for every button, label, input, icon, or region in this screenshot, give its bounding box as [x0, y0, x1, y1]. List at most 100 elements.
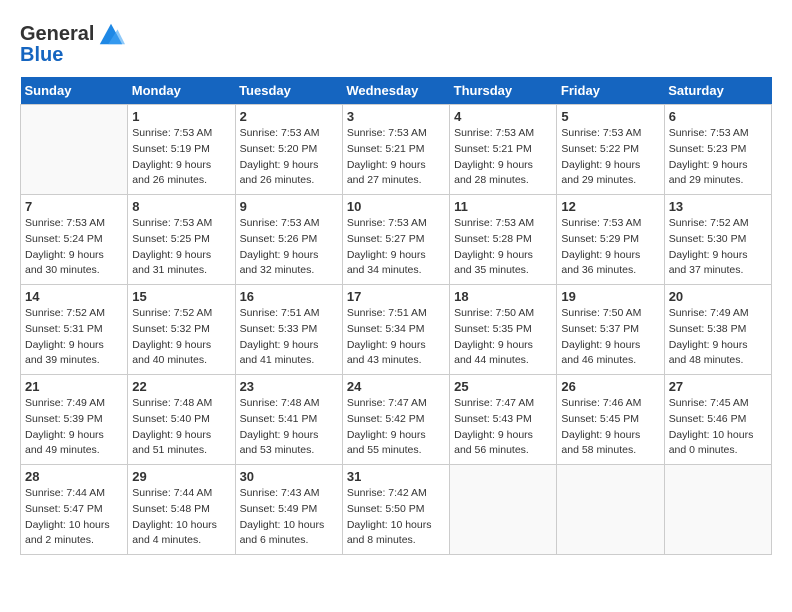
- day-number: 24: [347, 379, 445, 394]
- calendar-cell-w4-d2: 22 Sunrise: 7:48 AMSunset: 5:40 PMDaylig…: [128, 375, 235, 465]
- day-info: Sunrise: 7:48 AMSunset: 5:41 PMDaylight:…: [240, 397, 320, 456]
- calendar-cell-w5-d2: 29 Sunrise: 7:44 AMSunset: 5:48 PMDaylig…: [128, 465, 235, 555]
- day-info: Sunrise: 7:53 AMSunset: 5:23 PMDaylight:…: [669, 127, 749, 186]
- header: General Blue: [20, 20, 772, 67]
- calendar-cell-w4-d3: 23 Sunrise: 7:48 AMSunset: 5:41 PMDaylig…: [235, 375, 342, 465]
- calendar-cell-w5-d3: 30 Sunrise: 7:43 AMSunset: 5:49 PMDaylig…: [235, 465, 342, 555]
- day-number: 14: [25, 289, 123, 304]
- calendar-cell-w1-d2: 1 Sunrise: 7:53 AMSunset: 5:19 PMDayligh…: [128, 105, 235, 195]
- calendar-cell-w3-d1: 14 Sunrise: 7:52 AMSunset: 5:31 PMDaylig…: [21, 285, 128, 375]
- logo-blue-text: Blue: [20, 44, 63, 67]
- day-number: 9: [240, 199, 338, 214]
- day-info: Sunrise: 7:44 AMSunset: 5:47 PMDaylight:…: [25, 487, 110, 546]
- calendar-cell-w3-d2: 15 Sunrise: 7:52 AMSunset: 5:32 PMDaylig…: [128, 285, 235, 375]
- day-info: Sunrise: 7:48 AMSunset: 5:40 PMDaylight:…: [132, 397, 212, 456]
- day-number: 15: [132, 289, 230, 304]
- day-info: Sunrise: 7:53 AMSunset: 5:27 PMDaylight:…: [347, 217, 427, 276]
- calendar-cell-w3-d3: 16 Sunrise: 7:51 AMSunset: 5:33 PMDaylig…: [235, 285, 342, 375]
- calendar-cell-w2-d4: 10 Sunrise: 7:53 AMSunset: 5:27 PMDaylig…: [342, 195, 449, 285]
- day-number: 17: [347, 289, 445, 304]
- day-number: 6: [669, 109, 767, 124]
- day-number: 5: [561, 109, 659, 124]
- day-number: 13: [669, 199, 767, 214]
- day-number: 3: [347, 109, 445, 124]
- day-info: Sunrise: 7:53 AMSunset: 5:21 PMDaylight:…: [347, 127, 427, 186]
- calendar-cell-w5-d7: [664, 465, 771, 555]
- day-info: Sunrise: 7:53 AMSunset: 5:20 PMDaylight:…: [240, 127, 320, 186]
- calendar-cell-w4-d4: 24 Sunrise: 7:47 AMSunset: 5:42 PMDaylig…: [342, 375, 449, 465]
- logo-general-text: General: [20, 23, 94, 46]
- calendar-cell-w2-d5: 11 Sunrise: 7:53 AMSunset: 5:28 PMDaylig…: [450, 195, 557, 285]
- weekday-header-saturday: Saturday: [664, 77, 771, 105]
- day-info: Sunrise: 7:44 AMSunset: 5:48 PMDaylight:…: [132, 487, 217, 546]
- day-info: Sunrise: 7:51 AMSunset: 5:33 PMDaylight:…: [240, 307, 320, 366]
- day-number: 29: [132, 469, 230, 484]
- calendar-cell-w1-d3: 2 Sunrise: 7:53 AMSunset: 5:20 PMDayligh…: [235, 105, 342, 195]
- day-number: 19: [561, 289, 659, 304]
- day-number: 27: [669, 379, 767, 394]
- day-number: 2: [240, 109, 338, 124]
- day-number: 23: [240, 379, 338, 394]
- day-number: 25: [454, 379, 552, 394]
- calendar-cell-w2-d2: 8 Sunrise: 7:53 AMSunset: 5:25 PMDayligh…: [128, 195, 235, 285]
- calendar-cell-w3-d6: 19 Sunrise: 7:50 AMSunset: 5:37 PMDaylig…: [557, 285, 664, 375]
- calendar-cell-w2-d7: 13 Sunrise: 7:52 AMSunset: 5:30 PMDaylig…: [664, 195, 771, 285]
- day-info: Sunrise: 7:53 AMSunset: 5:28 PMDaylight:…: [454, 217, 534, 276]
- calendar-cell-w1-d5: 4 Sunrise: 7:53 AMSunset: 5:21 PMDayligh…: [450, 105, 557, 195]
- day-info: Sunrise: 7:49 AMSunset: 5:39 PMDaylight:…: [25, 397, 105, 456]
- week-row-5: 28 Sunrise: 7:44 AMSunset: 5:47 PMDaylig…: [21, 465, 772, 555]
- day-info: Sunrise: 7:53 AMSunset: 5:22 PMDaylight:…: [561, 127, 641, 186]
- day-info: Sunrise: 7:50 AMSunset: 5:35 PMDaylight:…: [454, 307, 534, 366]
- day-number: 22: [132, 379, 230, 394]
- calendar-table: SundayMondayTuesdayWednesdayThursdayFrid…: [20, 77, 772, 555]
- day-info: Sunrise: 7:46 AMSunset: 5:45 PMDaylight:…: [561, 397, 641, 456]
- day-info: Sunrise: 7:53 AMSunset: 5:21 PMDaylight:…: [454, 127, 534, 186]
- day-number: 28: [25, 469, 123, 484]
- day-info: Sunrise: 7:45 AMSunset: 5:46 PMDaylight:…: [669, 397, 754, 456]
- day-number: 12: [561, 199, 659, 214]
- calendar-cell-w3-d4: 17 Sunrise: 7:51 AMSunset: 5:34 PMDaylig…: [342, 285, 449, 375]
- day-info: Sunrise: 7:53 AMSunset: 5:24 PMDaylight:…: [25, 217, 105, 276]
- day-number: 1: [132, 109, 230, 124]
- day-info: Sunrise: 7:53 AMSunset: 5:25 PMDaylight:…: [132, 217, 212, 276]
- day-info: Sunrise: 7:52 AMSunset: 5:32 PMDaylight:…: [132, 307, 212, 366]
- weekday-header-monday: Monday: [128, 77, 235, 105]
- day-number: 7: [25, 199, 123, 214]
- weekday-header-row: SundayMondayTuesdayWednesdayThursdayFrid…: [21, 77, 772, 105]
- day-number: 4: [454, 109, 552, 124]
- day-number: 26: [561, 379, 659, 394]
- calendar-cell-w4-d5: 25 Sunrise: 7:47 AMSunset: 5:43 PMDaylig…: [450, 375, 557, 465]
- day-info: Sunrise: 7:47 AMSunset: 5:43 PMDaylight:…: [454, 397, 534, 456]
- day-info: Sunrise: 7:50 AMSunset: 5:37 PMDaylight:…: [561, 307, 641, 366]
- day-info: Sunrise: 7:49 AMSunset: 5:38 PMDaylight:…: [669, 307, 749, 366]
- calendar-cell-w3-d5: 18 Sunrise: 7:50 AMSunset: 5:35 PMDaylig…: [450, 285, 557, 375]
- day-info: Sunrise: 7:53 AMSunset: 5:19 PMDaylight:…: [132, 127, 212, 186]
- day-info: Sunrise: 7:52 AMSunset: 5:30 PMDaylight:…: [669, 217, 749, 276]
- day-number: 30: [240, 469, 338, 484]
- calendar-cell-w2-d3: 9 Sunrise: 7:53 AMSunset: 5:26 PMDayligh…: [235, 195, 342, 285]
- calendar-cell-w5-d5: [450, 465, 557, 555]
- week-row-2: 7 Sunrise: 7:53 AMSunset: 5:24 PMDayligh…: [21, 195, 772, 285]
- day-number: 20: [669, 289, 767, 304]
- day-info: Sunrise: 7:53 AMSunset: 5:29 PMDaylight:…: [561, 217, 641, 276]
- calendar-cell-w2-d1: 7 Sunrise: 7:53 AMSunset: 5:24 PMDayligh…: [21, 195, 128, 285]
- calendar-cell-w1-d7: 6 Sunrise: 7:53 AMSunset: 5:23 PMDayligh…: [664, 105, 771, 195]
- day-info: Sunrise: 7:52 AMSunset: 5:31 PMDaylight:…: [25, 307, 105, 366]
- calendar-cell-w4-d6: 26 Sunrise: 7:46 AMSunset: 5:45 PMDaylig…: [557, 375, 664, 465]
- week-row-3: 14 Sunrise: 7:52 AMSunset: 5:31 PMDaylig…: [21, 285, 772, 375]
- weekday-header-thursday: Thursday: [450, 77, 557, 105]
- calendar-cell-w5-d1: 28 Sunrise: 7:44 AMSunset: 5:47 PMDaylig…: [21, 465, 128, 555]
- day-number: 31: [347, 469, 445, 484]
- calendar-cell-w1-d1: [21, 105, 128, 195]
- weekday-header-wednesday: Wednesday: [342, 77, 449, 105]
- day-info: Sunrise: 7:51 AMSunset: 5:34 PMDaylight:…: [347, 307, 427, 366]
- day-info: Sunrise: 7:47 AMSunset: 5:42 PMDaylight:…: [347, 397, 427, 456]
- day-number: 16: [240, 289, 338, 304]
- calendar-cell-w5-d6: [557, 465, 664, 555]
- weekday-header-friday: Friday: [557, 77, 664, 105]
- day-number: 21: [25, 379, 123, 394]
- calendar-cell-w4-d7: 27 Sunrise: 7:45 AMSunset: 5:46 PMDaylig…: [664, 375, 771, 465]
- logo: General Blue: [20, 20, 125, 67]
- day-number: 18: [454, 289, 552, 304]
- week-row-4: 21 Sunrise: 7:49 AMSunset: 5:39 PMDaylig…: [21, 375, 772, 465]
